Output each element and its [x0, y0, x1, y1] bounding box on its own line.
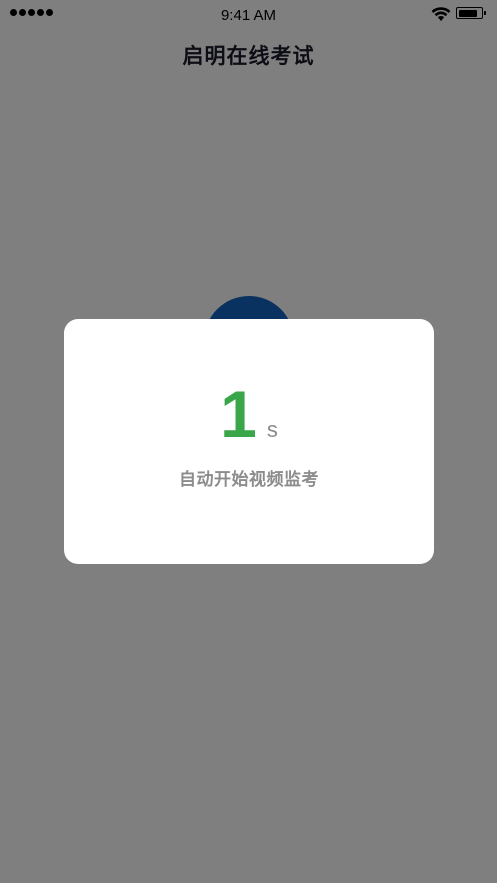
dialog-message: 自动开始视频监考: [179, 470, 319, 489]
countdown-unit: s: [266, 417, 278, 442]
countdown-value: 1: [220, 377, 257, 451]
countdown-dialog: 1s 自动开始视频监考: [64, 319, 434, 564]
countdown: 1s: [64, 381, 434, 447]
